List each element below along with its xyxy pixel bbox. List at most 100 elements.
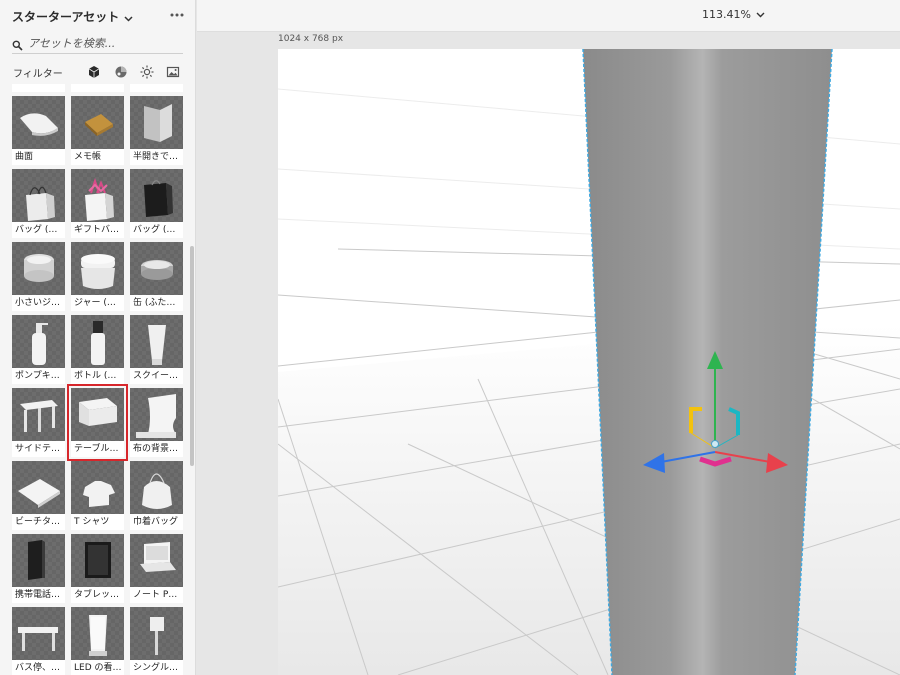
zoom-level: 113.41% xyxy=(702,8,751,21)
drawstring-bag-icon xyxy=(142,473,172,509)
3d-scene[interactable] xyxy=(278,49,900,675)
asset-tile[interactable]: 小さいジ… xyxy=(12,242,65,311)
asset-tile[interactable]: スクイー… xyxy=(130,315,183,384)
black-bag-icon xyxy=(144,180,173,217)
app-window: スターターアセット フィルター xyxy=(0,0,900,675)
document-size-label: 1024 x 768 px xyxy=(278,34,344,44)
asset-tile[interactable]: ジャー (… xyxy=(71,242,124,311)
asset-tile[interactable]: シングル… xyxy=(130,607,183,675)
led-sign-icon xyxy=(89,615,107,656)
asset-thumbnail xyxy=(130,96,183,149)
material-filter-icon[interactable] xyxy=(114,64,128,78)
asset-label: スクイー… xyxy=(130,368,183,384)
image-filter-icon[interactable] xyxy=(166,64,180,78)
3d-model-filter-icon[interactable] xyxy=(87,64,101,78)
asset-tile[interactable]: タブレッ… xyxy=(71,534,124,603)
paper-bag-icon xyxy=(26,186,55,221)
asset-label: 小さいジ… xyxy=(12,295,65,311)
asset-tile[interactable]: LED の看… xyxy=(71,607,124,675)
asset-tile[interactable]: メモ帳 xyxy=(71,96,124,165)
light-filter-icon[interactable] xyxy=(140,64,154,79)
asset-thumbnail xyxy=(12,96,65,149)
asset-label xyxy=(12,84,65,92)
asset-thumbnail xyxy=(12,242,65,295)
more-options-icon[interactable] xyxy=(168,6,186,24)
asset-tile[interactable]: 曲面 xyxy=(12,96,65,165)
bottle-icon xyxy=(91,321,105,365)
asset-thumbnail xyxy=(130,534,183,587)
asset-tile[interactable]: 巾着バッグ xyxy=(130,461,183,530)
asset-label: バス停、… xyxy=(12,660,65,675)
asset-label: 曲面 xyxy=(12,149,65,165)
asset-label: メモ帳 xyxy=(71,149,124,165)
bus-stop-icon xyxy=(18,627,58,651)
asset-thumbnail xyxy=(12,315,65,368)
panel-title-dropdown[interactable]: スターターアセット xyxy=(12,7,133,26)
asset-tile[interactable]: テーブル… xyxy=(67,384,128,461)
chevron-down-icon xyxy=(124,7,133,26)
asset-tile[interactable] xyxy=(71,84,124,92)
zoom-dropdown[interactable]: 113.41% xyxy=(702,8,765,21)
half-open-book-icon xyxy=(144,104,172,142)
asset-label: タブレッ… xyxy=(71,587,124,603)
3d-viewport[interactable] xyxy=(278,49,900,675)
asset-thumbnail xyxy=(12,534,65,587)
asset-tile[interactable]: ボトル (… xyxy=(71,315,124,384)
panel-scrollbar[interactable] xyxy=(190,246,194,466)
asset-label: ジャー (… xyxy=(71,295,124,311)
cloth-backdrop-icon xyxy=(136,394,176,438)
asset-tile[interactable]: サイドテ… xyxy=(12,388,65,457)
asset-thumbnail xyxy=(130,388,183,441)
search-box xyxy=(12,32,183,54)
asset-label: 携帯電話… xyxy=(12,587,65,603)
asset-tile[interactable]: ポンプキ… xyxy=(12,315,65,384)
asset-tile[interactable]: バッグ (… xyxy=(12,169,65,238)
asset-thumbnail xyxy=(130,315,183,368)
asset-thumbnail xyxy=(71,534,124,587)
asset-thumbnail xyxy=(12,607,65,660)
asset-tile[interactable]: バス停、… xyxy=(12,607,65,675)
single-sign-icon xyxy=(150,617,164,655)
asset-label: ノート P… xyxy=(130,587,183,603)
search-input[interactable] xyxy=(28,33,180,53)
gizmo-center-handle[interactable] xyxy=(711,440,719,448)
beach-towel-icon xyxy=(18,479,60,508)
asset-tile[interactable]: ギフトバ… xyxy=(71,169,124,238)
panel-title: スターターアセット xyxy=(12,10,120,24)
asset-tile[interactable]: バッグ (… xyxy=(130,169,183,238)
asset-thumbnail xyxy=(71,607,124,660)
side-table-icon xyxy=(20,400,58,432)
asset-label: テーブル… xyxy=(71,441,124,457)
asset-grid: 曲面 メモ帳 半開きで… バッグ (… ギフトバ… バッグ (… 小さいジ… ジャー (… 缶 … xyxy=(0,84,195,675)
filter-label: フィルター xyxy=(13,69,63,80)
asset-label: T シャツ xyxy=(71,514,124,530)
asset-thumbnail xyxy=(71,388,124,441)
curved-paper-icon xyxy=(20,113,58,136)
asset-tile[interactable]: 半開きで… xyxy=(130,96,183,165)
asset-tile[interactable]: 缶 (ふた… xyxy=(130,242,183,311)
asset-thumbnail xyxy=(71,315,124,368)
laptop-icon xyxy=(140,542,176,572)
mobile-phone-icon xyxy=(28,540,45,580)
asset-tile[interactable]: ノート P… xyxy=(130,534,183,603)
gift-bag-icon xyxy=(85,177,114,221)
asset-thumbnail xyxy=(12,461,65,514)
asset-thumbnail xyxy=(12,169,65,222)
asset-tile[interactable]: ビーチタ… xyxy=(12,461,65,530)
asset-label: 布の背景… xyxy=(130,441,183,457)
asset-tile[interactable] xyxy=(130,84,183,92)
selected-3d-object[interactable] xyxy=(583,49,832,675)
asset-label: ビーチタ… xyxy=(12,514,65,530)
asset-label xyxy=(71,84,124,92)
asset-thumbnail xyxy=(71,169,124,222)
asset-thumbnail xyxy=(71,96,124,149)
tshirt-icon xyxy=(83,481,115,507)
asset-tile[interactable]: 布の背景… xyxy=(130,388,183,457)
asset-thumbnail xyxy=(130,607,183,660)
squeeze-tube-icon xyxy=(148,325,166,365)
asset-tile[interactable]: 携帯電話… xyxy=(12,534,65,603)
asset-tile[interactable] xyxy=(12,84,65,92)
asset-tile[interactable]: T シャツ xyxy=(71,461,124,530)
asset-thumbnail xyxy=(130,242,183,295)
asset-label: バッグ (… xyxy=(12,222,65,238)
